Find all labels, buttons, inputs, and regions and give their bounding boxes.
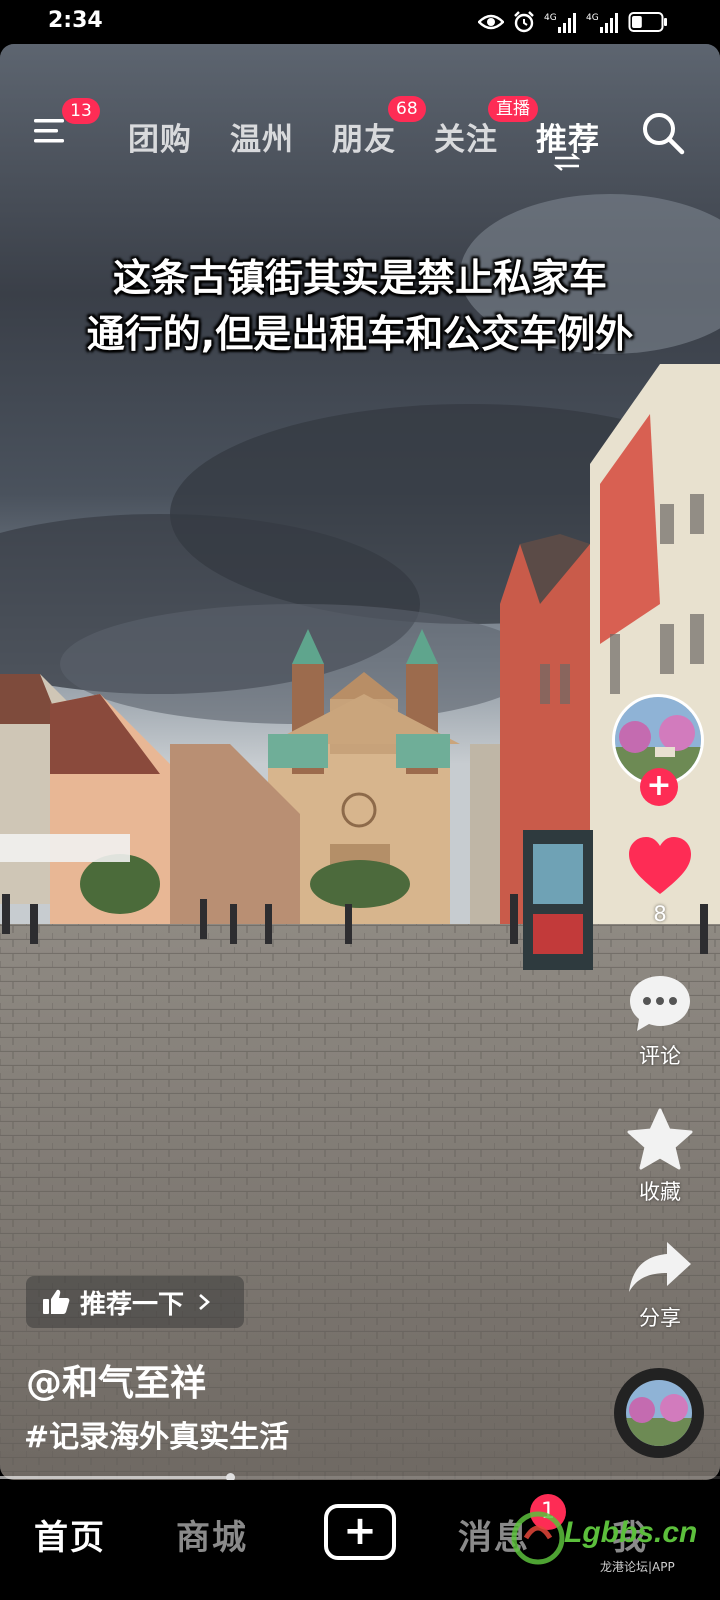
heart-icon: [629, 837, 691, 894]
tab-friends[interactable]: 朋友: [332, 114, 396, 159]
video-progress-bar[interactable]: [0, 1473, 720, 1482]
friends-badge: 68: [388, 96, 426, 122]
signal-4g-icon-2: 4G: [586, 13, 618, 33]
recommend-button[interactable]: 推荐一下: [26, 1276, 244, 1328]
watermark-sub: 龙港论坛|APP: [600, 1560, 675, 1574]
music-cover: [626, 1380, 692, 1446]
status-time: 2:34: [48, 8, 103, 33]
author-name[interactable]: @和气至祥: [26, 1354, 206, 1406]
bottom-nav: 首页 商城 + 消息 1 我 Lgbbs.cn 龙港论坛|APP: [0, 1480, 720, 1600]
chevron-right-icon: [199, 1294, 210, 1310]
follow-button[interactable]: +: [640, 768, 678, 806]
like-count: 8: [653, 902, 667, 926]
comment-icon: [630, 976, 690, 1031]
watermark-logo: Lgbbs.cn: [564, 1516, 698, 1549]
top-nav: 13 团购 温州 朋友 68 关注 直播 推荐: [0, 44, 720, 171]
watermark-logo-icon: [511, 1511, 565, 1565]
nav-mall[interactable]: 商城: [176, 1510, 248, 1559]
tab-group-buy[interactable]: 团购: [128, 114, 192, 159]
alarm-icon: [514, 11, 534, 33]
signal-4g-icon: 4G: [544, 13, 576, 33]
eye-icon: [478, 14, 504, 30]
caption-line-1: 这条古镇街其实是禁止私家车: [112, 256, 607, 300]
video-caption: 这条古镇街其实是禁止私家车 通行的,但是出租车和公交车例外: [40, 250, 680, 362]
watermark: Lgbbs.cn 龙港论坛|APP: [508, 1500, 720, 1580]
share-arrow-icon: [629, 1242, 691, 1292]
share-button[interactable]: 分享: [620, 1240, 700, 1332]
music-disc[interactable]: [614, 1368, 704, 1458]
tab-wenzhou[interactable]: 温州: [230, 114, 294, 159]
search-icon[interactable]: [640, 110, 686, 156]
thumbs-up-icon: [43, 1289, 70, 1314]
hashtag-link[interactable]: #记录海外真实生活: [24, 1412, 289, 1456]
like-button[interactable]: 8: [620, 836, 700, 926]
status-icons: 4G 4G: [478, 10, 668, 34]
live-badge: 直播: [488, 96, 538, 122]
status-bar: 2:34 4G 4G: [0, 0, 720, 44]
svg-text:4G: 4G: [586, 13, 599, 23]
swap-arrows-icon: [553, 153, 581, 171]
battery-icon: [628, 12, 667, 32]
favorite-label: 收藏: [639, 1180, 681, 1204]
progress-fill: [0, 1476, 231, 1479]
favorite-button[interactable]: 收藏: [620, 1108, 700, 1206]
caption-line-2: 通行的,但是出租车和公交车例外: [86, 312, 634, 356]
comment-button[interactable]: 评论: [620, 974, 700, 1070]
svg-text:4G: 4G: [544, 13, 557, 23]
star-icon: [627, 1108, 693, 1170]
tab-following[interactable]: 关注: [434, 114, 498, 159]
recommend-label: 推荐一下: [80, 1289, 185, 1320]
menu-badge: 13: [62, 98, 100, 124]
share-label: 分享: [639, 1306, 681, 1330]
comment-label: 评论: [639, 1044, 681, 1068]
menu-icon[interactable]: [34, 116, 68, 146]
create-button[interactable]: +: [324, 1504, 396, 1560]
nav-home[interactable]: 首页: [34, 1510, 106, 1559]
